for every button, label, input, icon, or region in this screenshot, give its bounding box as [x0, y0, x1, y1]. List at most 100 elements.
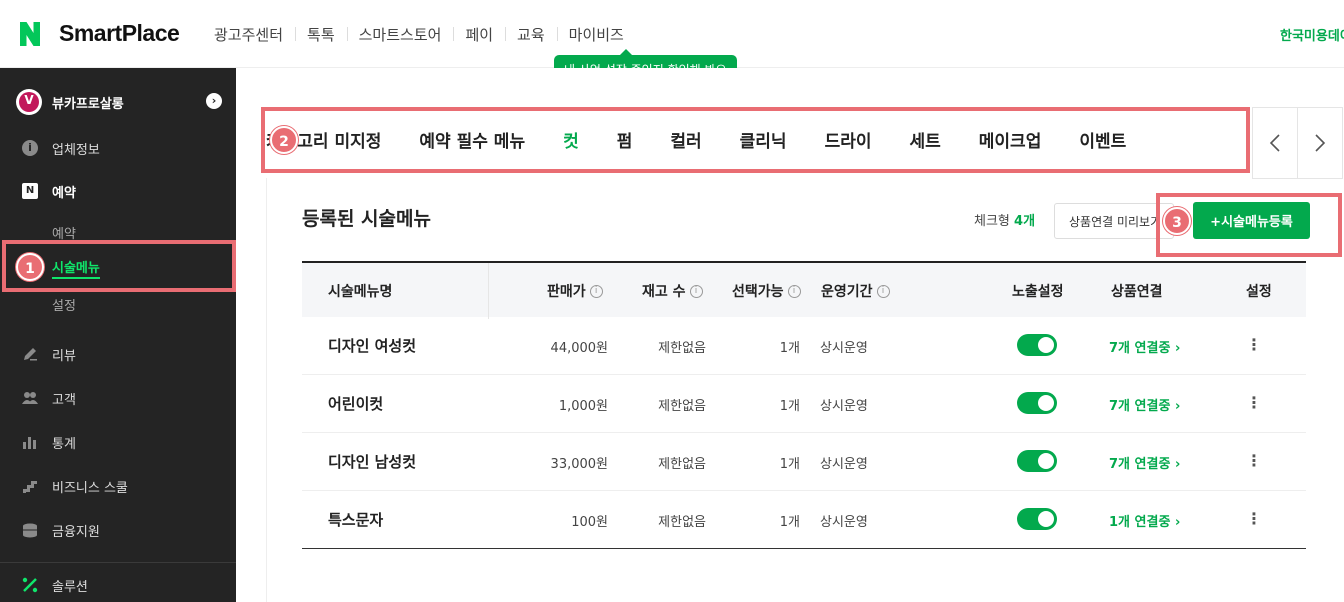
sidebar: V 뷰카프로살롱 › i 업체정보 N 예약 예약 시술메뉴 설정 리뷰 고객 …: [0, 68, 236, 602]
table-row[interactable]: 특스문자 100원 제한없음 1개 상시운영 1개 연결중 › ⋮: [302, 491, 1306, 549]
sidebar-item-business-school[interactable]: 비즈니스 스쿨: [22, 476, 128, 496]
exposure-toggle[interactable]: [1017, 508, 1057, 530]
col-name-header: 시술메뉴명: [328, 284, 393, 300]
naver-logo-icon[interactable]: [20, 22, 40, 46]
more-options-icon[interactable]: ⋮: [1246, 335, 1262, 355]
col-link-header: 상품연결: [1111, 284, 1163, 300]
col-period-header: 운영기간 i: [821, 281, 890, 301]
menu-period: 상시운영: [820, 457, 868, 472]
more-options-icon[interactable]: ⋮: [1246, 451, 1262, 471]
sidebar-item-finance[interactable]: 금융지원: [22, 520, 100, 540]
menu-selectable: 1개: [779, 399, 800, 414]
menu-selectable: 1개: [779, 457, 800, 472]
tabs-prev-button[interactable]: [1252, 107, 1298, 179]
sidebar-item-customer[interactable]: 고객: [22, 388, 76, 408]
menu-price: 100원: [571, 515, 608, 530]
info-icon[interactable]: i: [876, 284, 890, 298]
table-row[interactable]: 디자인 여성컷 44,000원 제한없음 1개 상시운영 7개 연결중 › ⋮: [302, 317, 1306, 375]
shop-selector[interactable]: V 뷰카프로살롱 ›: [16, 89, 222, 115]
menu-period: 상시운영: [820, 399, 868, 414]
menu-selectable: 1개: [779, 341, 800, 356]
shop-logo-icon: V: [16, 89, 42, 115]
info-icon: i: [22, 140, 38, 156]
sidebar-sub-settings[interactable]: 설정: [52, 295, 76, 314]
topnav-talktalk[interactable]: 톡톡: [295, 24, 347, 45]
annotation-badge-3: 3: [1163, 207, 1191, 235]
menu-stock: 제한없음: [658, 515, 706, 530]
chevron-right-icon: ›: [1174, 341, 1181, 356]
people-icon: [22, 392, 38, 404]
table-header: 시술메뉴명 판매가 i 재고 수 i 선택가능 i 운영기간 i 노출설정 상품…: [302, 261, 1306, 319]
sidebar-item-solution[interactable]: 솔루션: [22, 575, 88, 595]
exposure-toggle[interactable]: [1017, 392, 1057, 414]
pencil-icon: [24, 348, 37, 361]
menu-stock: 제한없음: [658, 399, 706, 414]
chevron-right-icon: ›: [1174, 457, 1181, 472]
info-icon[interactable]: i: [589, 284, 603, 298]
chevron-right-icon: ›: [1174, 515, 1181, 530]
smartplace-logo[interactable]: SmartPlace: [59, 20, 180, 47]
sidebar-item-label: 고객: [52, 392, 76, 408]
business-name[interactable]: 한국미용데이: [1280, 25, 1344, 44]
chevron-right-icon: [1315, 134, 1326, 152]
topnav-pay[interactable]: 페이: [453, 24, 505, 45]
more-options-icon[interactable]: ⋮: [1246, 509, 1262, 529]
menu-price: 1,000원: [558, 399, 608, 414]
menu-stock: 제한없음: [658, 457, 706, 472]
menu-period: 상시운영: [820, 515, 868, 530]
sidebar-item-label: 솔루션: [52, 579, 88, 595]
chevron-right-icon[interactable]: ›: [206, 93, 222, 109]
product-link-status[interactable]: 7개 연결중 ›: [1109, 453, 1180, 472]
menu-name[interactable]: 특스문자: [328, 509, 383, 530]
sidebar-item-label: 업체정보: [52, 142, 100, 158]
menu-price: 44,000원: [550, 341, 608, 356]
topnav-education[interactable]: 교육: [505, 24, 557, 45]
topnav-smartstore[interactable]: 스마트스토어: [346, 24, 454, 45]
treatment-menu-table: 시술메뉴명 판매가 i 재고 수 i 선택가능 i 운영기간 i 노출설정 상품…: [302, 261, 1306, 549]
tabs-next-button[interactable]: [1297, 107, 1343, 179]
menu-selectable: 1개: [779, 515, 800, 530]
check-count-info: 체크형 4개: [974, 214, 1036, 229]
sidebar-item-label: 금융지원: [52, 524, 100, 540]
product-link-status[interactable]: 1개 연결중 ›: [1109, 511, 1180, 530]
product-link-status[interactable]: 7개 연결중 ›: [1109, 395, 1180, 414]
sidebar-item-business-info[interactable]: i 업체정보: [22, 138, 100, 158]
coins-icon: [23, 523, 37, 538]
info-icon[interactable]: i: [787, 284, 801, 298]
menu-name[interactable]: 디자인 남성컷: [328, 451, 416, 472]
menu-name[interactable]: 디자인 여성컷: [328, 335, 416, 356]
menu-price: 33,000원: [550, 457, 608, 472]
sidebar-item-reservation[interactable]: N 예약: [22, 181, 76, 201]
solution-icon: [22, 577, 38, 593]
annotation-badge-1: 1: [16, 253, 44, 281]
menu-period: 상시운영: [820, 341, 868, 356]
highlight-box-2: [261, 107, 1250, 173]
shop-name: 뷰카프로살롱: [52, 97, 124, 112]
product-link-status[interactable]: 7개 연결중 ›: [1109, 337, 1180, 356]
stairs-icon: [23, 481, 37, 493]
topnav-mybiz[interactable]: 마이비즈: [556, 24, 636, 45]
top-nav: 광고주센터 톡톡 스마트스토어 페이 교육 마이비즈: [202, 24, 636, 45]
sidebar-item-label: 예약: [52, 185, 76, 201]
sidebar-item-label: 리뷰: [52, 348, 76, 364]
header-divider: [488, 263, 489, 319]
exposure-toggle[interactable]: [1017, 334, 1057, 356]
sidebar-item-review[interactable]: 리뷰: [22, 344, 76, 364]
sidebar-item-label: 통계: [52, 436, 76, 452]
exposure-toggle[interactable]: [1017, 450, 1057, 472]
menu-name[interactable]: 어린이컷: [328, 393, 383, 414]
col-price-header: 판매가 i: [547, 281, 603, 301]
sidebar-divider: [0, 562, 236, 563]
sidebar-item-label: 비즈니스 스쿨: [52, 480, 128, 496]
table-row[interactable]: 디자인 남성컷 33,000원 제한없음 1개 상시운영 7개 연결중 › ⋮: [302, 433, 1306, 491]
topnav-ad-center[interactable]: 광고주센터: [202, 24, 295, 45]
info-icon[interactable]: i: [689, 284, 703, 298]
col-settings-header: 설정: [1246, 284, 1272, 300]
sidebar-item-statistics[interactable]: 통계: [22, 432, 76, 452]
table-row[interactable]: 어린이컷 1,000원 제한없음 1개 상시운영 7개 연결중 › ⋮: [302, 375, 1306, 433]
col-selectable-header: 선택가능 i: [732, 281, 801, 301]
annotation-badge-2: 2: [270, 126, 298, 154]
calendar-icon: N: [22, 183, 38, 199]
chevron-left-icon: [1269, 134, 1280, 152]
more-options-icon[interactable]: ⋮: [1246, 393, 1262, 413]
